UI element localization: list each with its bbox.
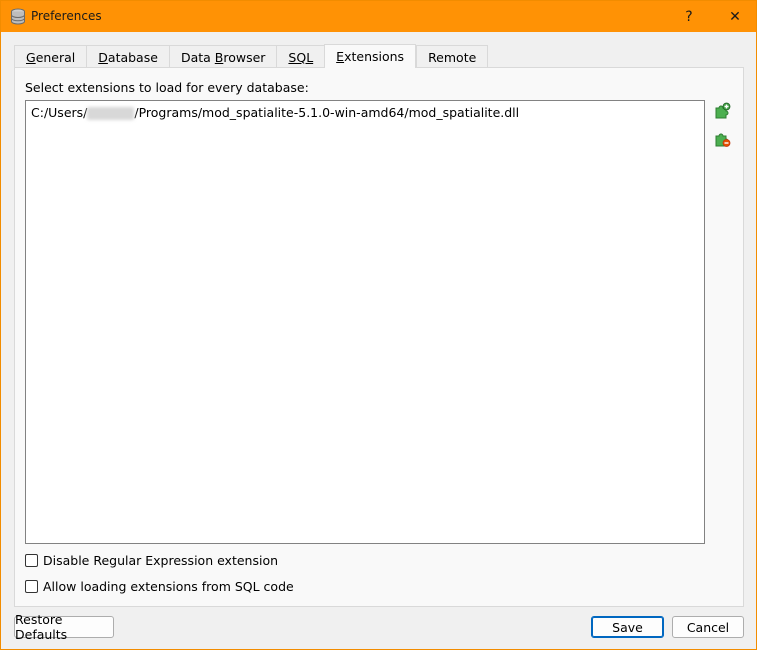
tab-general[interactable]: General (14, 45, 87, 68)
tab-data-browser[interactable]: Data Browser (168, 45, 277, 68)
allow-sql-loading-label: Allow loading extensions from SQL code (43, 579, 294, 594)
allow-sql-loading-option[interactable]: Allow loading extensions from SQL code (25, 579, 294, 594)
restore-defaults-button[interactable]: Restore Defaults (14, 612, 114, 642)
help-button[interactable]: ? (669, 1, 709, 32)
window-title: Preferences (31, 9, 102, 23)
tab-label: SQL (288, 49, 314, 65)
tab-sql[interactable]: SQL (276, 45, 325, 68)
allow-sql-loading-checkbox[interactable] (25, 580, 38, 593)
save-button[interactable]: Save (591, 616, 664, 638)
add-extension-button[interactable] (712, 101, 732, 121)
database-icon (11, 8, 25, 25)
tab-extensions[interactable]: Extensions (324, 44, 417, 68)
tab-label: Extensions (336, 49, 405, 64)
tab-remote[interactable]: Remote (416, 45, 489, 68)
tab-database[interactable]: Database (86, 45, 169, 68)
close-button[interactable]: ✕ (715, 1, 755, 32)
help-icon: ? (685, 8, 693, 25)
list-item[interactable]: C:/Users//Programs/mod_spatialite-5.1.0-… (31, 105, 519, 120)
remove-extension-button[interactable] (712, 129, 732, 149)
tab-label: Database (98, 49, 158, 65)
preferences-dialog: Preferences ? ✕ General Database Data Br… (0, 0, 757, 650)
remove-extension-icon (715, 133, 731, 147)
extensions-panel: Select extensions to load for every data… (14, 67, 744, 607)
disable-regex-option[interactable]: Disable Regular Expression extension (25, 553, 278, 568)
title-bar[interactable]: Preferences ? ✕ (1, 1, 756, 32)
disable-regex-checkbox[interactable] (25, 554, 38, 567)
tab-bar: General Database Data Browser SQL Extens… (14, 44, 489, 68)
extensions-label: Select extensions to load for every data… (25, 80, 309, 95)
disable-regex-label: Disable Regular Expression extension (43, 553, 279, 568)
tab-label: Remote (428, 49, 477, 65)
extensions-list[interactable]: C:/Users//Programs/mod_spatialite-5.1.0-… (25, 100, 705, 544)
close-icon: ✕ (729, 8, 741, 25)
tab-label: Data Browser (180, 49, 266, 65)
redacted-username (87, 107, 135, 120)
tab-label: General (26, 49, 76, 65)
add-extension-icon (715, 102, 731, 119)
cancel-button[interactable]: Cancel (672, 616, 744, 638)
